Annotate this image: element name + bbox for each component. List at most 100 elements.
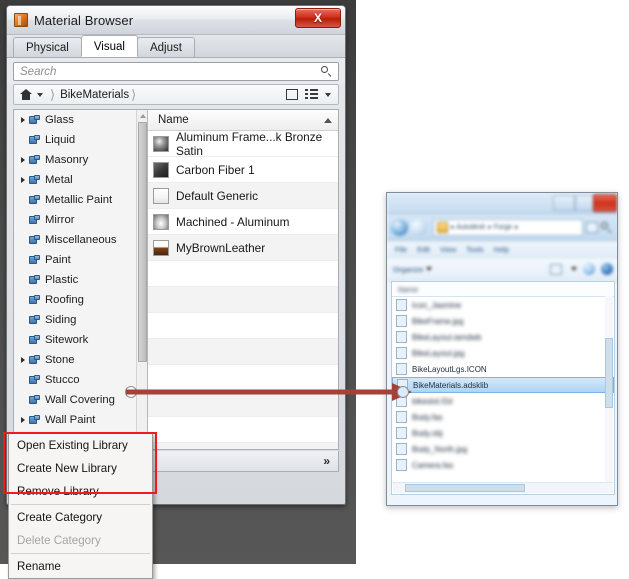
view-options-chevron-icon[interactable] (325, 92, 331, 97)
tree-item-liquid[interactable]: Liquid (14, 130, 136, 150)
home-icon[interactable] (20, 89, 32, 100)
tree-item-siding[interactable]: Siding (14, 310, 136, 330)
expander-icon[interactable] (18, 357, 28, 363)
tab-visual[interactable]: Visual (80, 35, 138, 57)
tab-adjust[interactable]: Adjust (136, 37, 195, 57)
menu-view[interactable]: View (440, 245, 456, 254)
preview-pane-icon[interactable] (583, 263, 595, 275)
scroll-thumb[interactable] (138, 122, 147, 362)
file-icon (396, 459, 407, 471)
expander-icon[interactable] (18, 177, 28, 183)
material-row[interactable]: Carbon Fiber 1 (148, 157, 338, 183)
list-column-header-name[interactable]: Name (148, 110, 338, 131)
organize-button[interactable]: Organize (393, 265, 423, 274)
refresh-icon[interactable] (586, 221, 598, 233)
change-view-icon[interactable] (550, 263, 562, 275)
material-swatch (153, 239, 169, 256)
path-segment[interactable]: ▸ Autodesk (451, 223, 485, 231)
tree-item-roofing[interactable]: Roofing (14, 290, 136, 310)
file-row[interactable]: BikeFrame.jpg (392, 313, 614, 329)
explorer-close-button[interactable] (593, 194, 617, 212)
explorer-vertical-scrollbar[interactable] (605, 296, 613, 482)
address-path-field[interactable]: ▸ Autodesk ▸ Forge ▸ (433, 218, 583, 236)
tree-item-stone[interactable]: Stone (14, 350, 136, 370)
expander-icon[interactable] (18, 417, 28, 423)
path-segment[interactable]: ▸ Forge (488, 223, 512, 231)
tree-item-wall-paint[interactable]: Wall Paint (14, 410, 136, 430)
menu-tools[interactable]: Tools (466, 245, 484, 254)
file-row[interactable]: Body_North.jpg (392, 441, 614, 457)
tree-item-label: Roofing (45, 294, 84, 306)
file-row[interactable]: Icon_Jasmine (392, 297, 614, 313)
file-row-bikelayoutlgs[interactable]: BikeLayoutLgs.ICON (392, 361, 614, 377)
tree-item-glass[interactable]: Glass (14, 110, 136, 130)
tree-item-metal[interactable]: Metal (14, 170, 136, 190)
tab-physical[interactable]: Physical (13, 37, 82, 57)
search-input[interactable]: Search (13, 62, 339, 81)
file-row[interactable]: Body.fas (392, 409, 614, 425)
tree-item-metallic-paint[interactable]: Metallic Paint (14, 190, 136, 210)
explorer-column-header[interactable]: Name (392, 282, 614, 297)
category-tree-pane: Glass Liquid Masonry Metal Metallic Pain… (14, 110, 148, 449)
list-view-icon[interactable] (305, 89, 318, 100)
scroll-thumb[interactable] (405, 484, 525, 492)
expander-icon[interactable] (18, 117, 28, 123)
menu-item-open-existing-library[interactable]: Open Existing Library (9, 434, 152, 457)
tree-item-stucco[interactable]: Stucco (14, 370, 136, 390)
material-row[interactable]: MyBrownLeather (148, 235, 338, 261)
menu-edit[interactable]: Edit (417, 245, 430, 254)
file-row-bikematerials-adsklib[interactable]: BikeMaterials.adsklib (392, 377, 614, 393)
chevron-down-icon[interactable] (37, 92, 43, 97)
overflow-expand-button[interactable]: » (323, 454, 330, 468)
menu-help[interactable]: Help (494, 245, 509, 254)
material-row[interactable]: Aluminum Frame...k Bronze Satin (148, 130, 338, 158)
back-button[interactable] (391, 218, 408, 236)
file-row[interactable]: Body.obj (392, 425, 614, 441)
category-icon (29, 255, 40, 265)
file-row[interactable]: BikeLayout.iamdwb (392, 329, 614, 345)
empty-row (148, 287, 338, 313)
menu-item-create-new-library[interactable]: Create New Library (9, 457, 152, 480)
explorer-horizontal-scrollbar[interactable] (393, 482, 613, 493)
breadcrumb-current[interactable]: BikeMaterials (60, 89, 129, 101)
tree-item-label: Metallic Paint (45, 194, 113, 206)
category-icon (29, 335, 40, 345)
help-icon[interactable] (601, 263, 613, 275)
material-swatch (153, 161, 169, 178)
scroll-thumb[interactable] (605, 338, 613, 408)
tree-item-plastic[interactable]: Plastic (14, 270, 136, 290)
file-row[interactable]: Camera.fas (392, 457, 614, 473)
category-icon (29, 195, 40, 205)
material-row[interactable]: Machined - Aluminum (148, 209, 338, 235)
chevron-down-icon[interactable] (571, 267, 577, 271)
forward-button[interactable] (410, 218, 427, 236)
menu-item-rename[interactable]: Rename (9, 555, 152, 578)
empty-row (148, 443, 338, 449)
file-row[interactable]: bikeslot.f2d (392, 393, 614, 409)
menu-item-remove-library[interactable]: Remove Library (9, 480, 152, 503)
tree-item-wall-covering[interactable]: Wall Covering (14, 390, 136, 410)
tree-item-mirror[interactable]: Mirror (14, 210, 136, 230)
path-segment[interactable]: ▸ (515, 223, 519, 231)
material-row[interactable]: Default Generic (148, 183, 338, 209)
category-icon (29, 135, 40, 145)
maximize-button[interactable] (575, 195, 595, 211)
tree-item-masonry[interactable]: Masonry (14, 150, 136, 170)
tree-item-label: Glass (45, 114, 74, 126)
search-icon[interactable] (320, 65, 333, 78)
grid-view-icon[interactable] (286, 89, 298, 100)
tree-item-paint[interactable]: Paint (14, 250, 136, 270)
menu-file[interactable]: File (395, 245, 407, 254)
tree-scrollbar[interactable] (136, 110, 147, 449)
scroll-up-arrow-icon[interactable] (137, 110, 147, 121)
expander-icon[interactable] (18, 157, 28, 163)
close-button[interactable]: X (295, 8, 341, 28)
file-icon (396, 395, 407, 407)
chevron-down-icon[interactable] (426, 267, 433, 271)
tree-item-miscellaneous[interactable]: Miscellaneous (14, 230, 136, 250)
minimize-button[interactable] (553, 195, 575, 211)
file-row[interactable]: BikeLayout.jpg (392, 345, 614, 361)
menu-item-create-category[interactable]: Create Category (9, 506, 152, 529)
tree-item-sitework[interactable]: Sitework (14, 330, 136, 350)
explorer-search-icon[interactable] (600, 221, 613, 234)
